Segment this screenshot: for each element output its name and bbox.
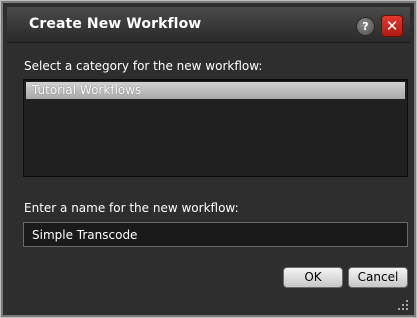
ok-button[interactable]: OK: [283, 267, 343, 288]
workflow-name-input[interactable]: [23, 222, 408, 247]
category-label: Select a category for the new workflow:: [24, 59, 263, 73]
cancel-button[interactable]: Cancel: [348, 267, 408, 288]
dialog-title: Create New Workflow: [29, 16, 202, 32]
help-icon[interactable]: ?: [356, 17, 375, 36]
resize-grip-icon[interactable]: [397, 299, 409, 311]
list-item[interactable]: Tutorial Workflows: [26, 82, 405, 99]
title-bar[interactable]: Create New Workflow ? ✕: [7, 7, 410, 43]
create-workflow-dialog: Create New Workflow ? ✕ Select a categor…: [0, 0, 417, 318]
category-list[interactable]: Tutorial Workflows: [23, 79, 408, 177]
workflow-name-label: Enter a name for the new workflow:: [24, 201, 239, 215]
close-icon[interactable]: ✕: [381, 15, 403, 37]
